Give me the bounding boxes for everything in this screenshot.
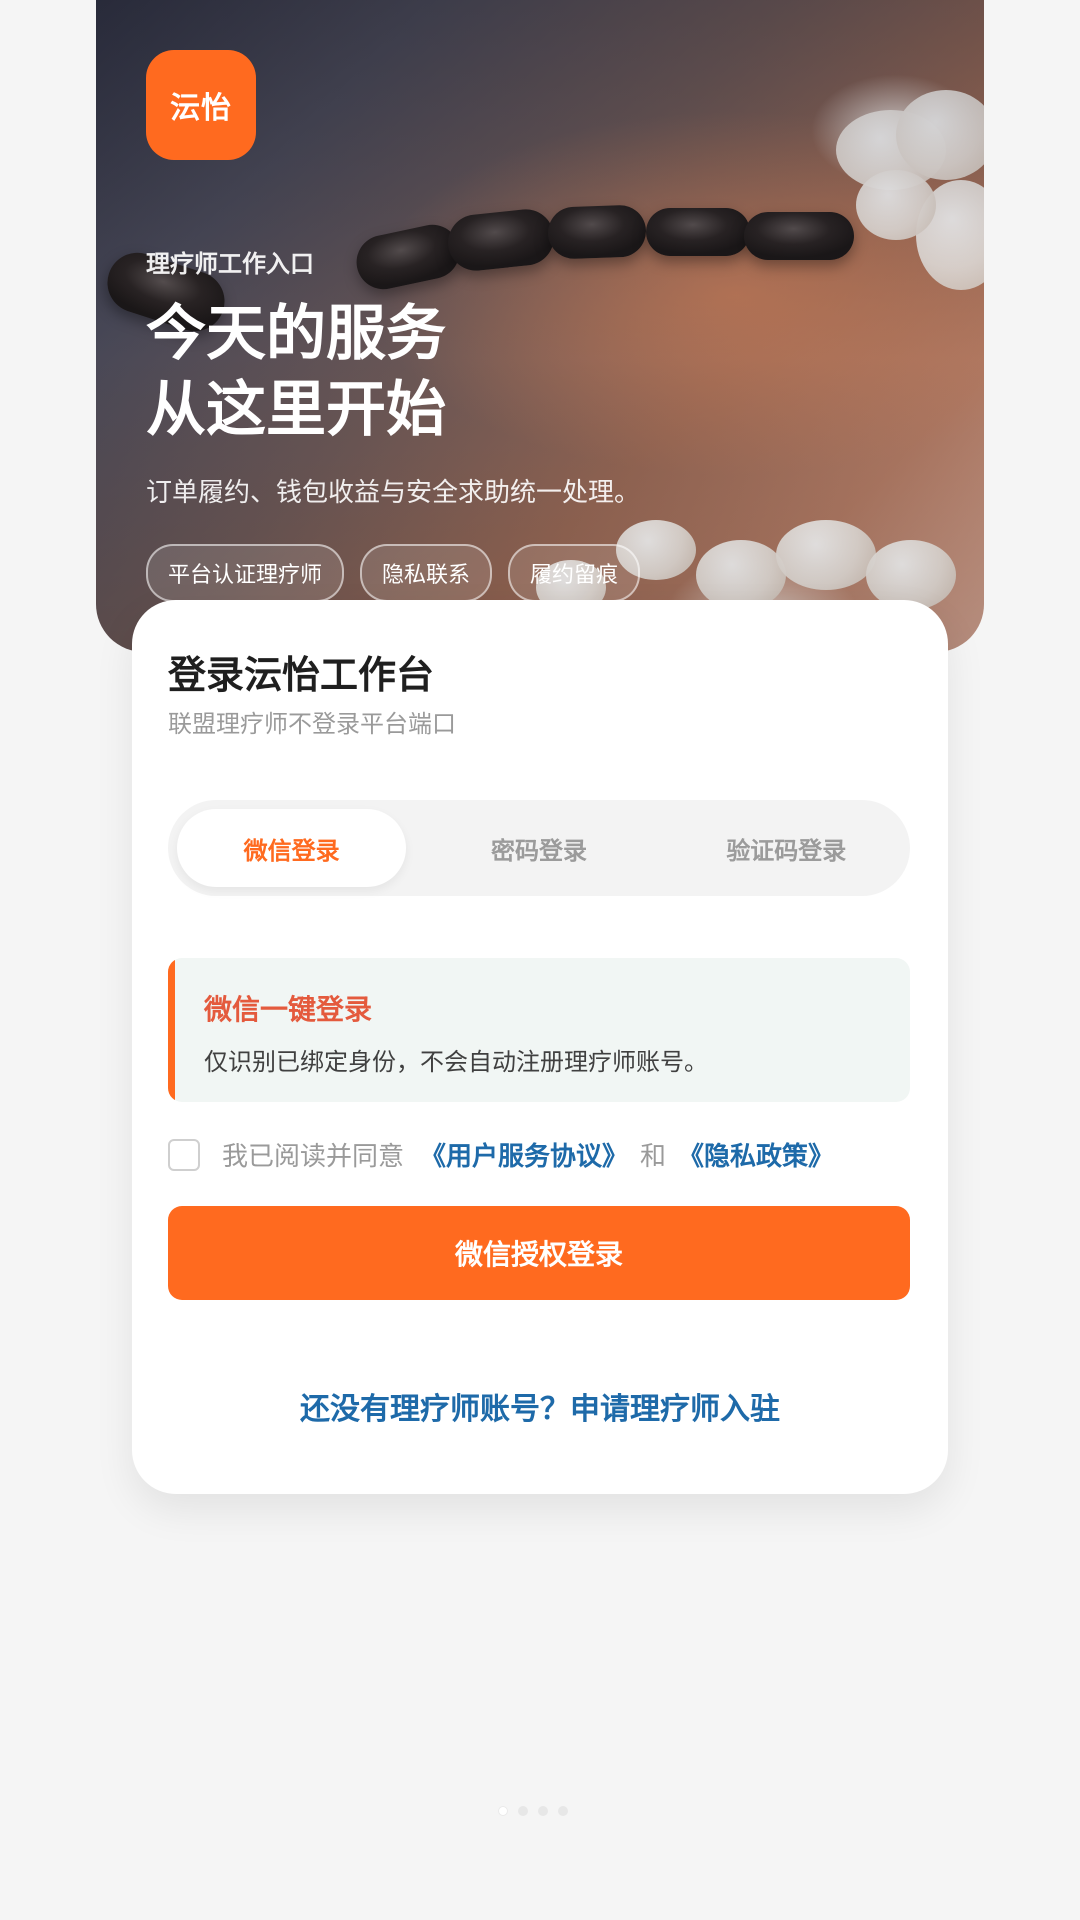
agreement-and: 和 [640,1142,667,1172]
login-screen: 沄怡 理疗师工作入口 今天的服务 从这里开始 订单履约、钱包收益与安全求助统一处… [0,0,1080,1920]
privacy-link[interactable]: 《隐私政策》 [678,1136,834,1173]
hero-eyebrow: 理疗师工作入口 [146,250,314,278]
login-method-tabs: 微信登录 密码登录 验证码登录 [168,800,910,896]
page-dot [518,1806,528,1816]
agreement-checkbox[interactable] [168,1138,200,1171]
page-dot [558,1806,568,1816]
notice-text: 仅识别已绑定身份，不会自动注册理疗师账号。 [204,1048,708,1076]
hero-subtitle: 订单履约、钱包收益与安全求助统一处理。 [146,478,641,508]
wechat-notice: 微信一键登录 仅识别已绑定身份，不会自动注册理疗师账号。 [168,958,910,1102]
terms-link[interactable]: 《用户服务协议》 [420,1136,628,1173]
tab-password-login[interactable]: 密码登录 [424,809,653,887]
page-dot-active [498,1806,508,1816]
apply-therapist-link[interactable]: 还没有理疗师账号？申请理疗师入驻 [132,1384,948,1428]
page-indicator [498,1806,568,1816]
notice-title: 微信一键登录 [204,993,373,1026]
wechat-authorize-button[interactable]: 微信授权登录 [168,1206,910,1300]
chip-privacy: 隐私联系 [360,544,493,602]
login-card: 登录沄怡工作台 联盟理疗师不登录平台端口 微信登录 密码登录 验证码登录 微信一… [132,600,948,1494]
chip-trace: 履约留痕 [508,544,641,602]
feature-chips: 平台认证理疗师 隐私联系 履约留痕 [146,544,641,602]
hero-title-line1: 今天的服务 [146,299,446,369]
card-subtitle: 联盟理疗师不登录平台端口 [168,710,456,738]
app-logo: 沄怡 [146,50,256,160]
hero-title: 今天的服务 从这里开始 [146,296,446,448]
agreement-row: 我已阅读并同意 《用户服务协议》 和 《隐私政策》 [168,1136,834,1173]
notice-accent-bar [168,958,175,1102]
tab-code-login[interactable]: 验证码登录 [672,809,901,887]
agreement-prefix: 我已阅读并同意 [222,1142,405,1172]
chip-certified: 平台认证理疗师 [146,544,345,602]
card-title: 登录沄怡工作台 [168,653,435,697]
tab-wechat-login[interactable]: 微信登录 [177,809,407,887]
hero-title-line2: 从这里开始 [146,375,446,445]
page-dot [538,1806,548,1816]
